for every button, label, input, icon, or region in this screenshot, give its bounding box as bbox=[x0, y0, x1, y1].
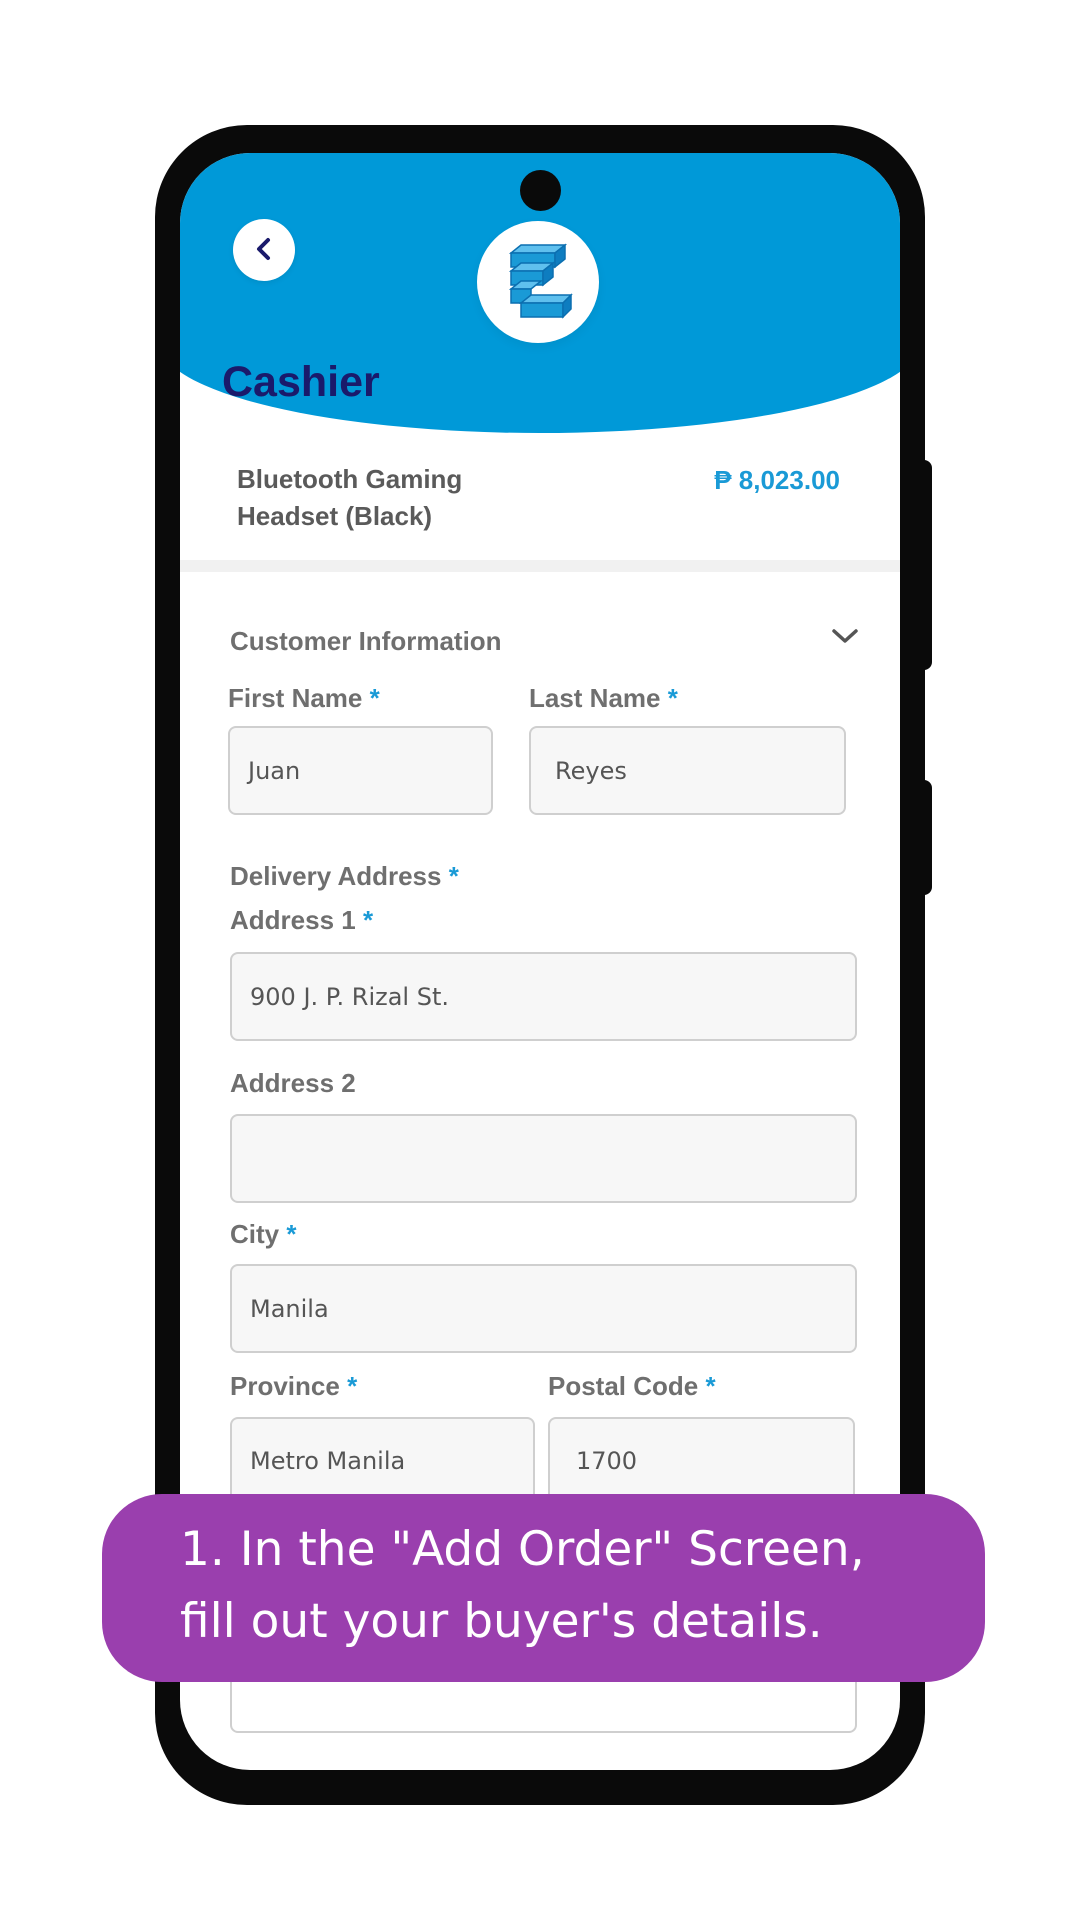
customer-info-header[interactable]: Customer Information bbox=[230, 626, 860, 666]
banner-line-1: 1. In the "Add Order" Screen, bbox=[180, 1522, 865, 1577]
last-name-field[interactable]: Reyes bbox=[529, 726, 846, 815]
address1-value: 900 J. P. Rizal St. bbox=[250, 982, 449, 1011]
city-label-text: City bbox=[230, 1219, 280, 1249]
address2-label-text: Address 2 bbox=[230, 1068, 356, 1098]
product-price: ₱ 8,023.00 bbox=[714, 465, 840, 495]
delivery-address-label: Delivery Address * bbox=[230, 861, 459, 892]
province-value: Metro Manila bbox=[250, 1447, 406, 1475]
province-label-text: Province bbox=[230, 1371, 340, 1401]
required-marker: * bbox=[347, 1371, 358, 1401]
first-name-field[interactable]: Juan bbox=[228, 726, 493, 815]
stacked-blocks-logo bbox=[508, 243, 573, 319]
city-label: City * bbox=[230, 1219, 296, 1250]
section-title: Customer Information bbox=[230, 626, 502, 656]
delivery-address-label-text: Delivery Address bbox=[230, 861, 442, 891]
tutorial-stage: Cashier Bluetooth Gaming Headset (Black)… bbox=[0, 0, 1080, 1920]
page-title: Cashier bbox=[222, 358, 380, 406]
postal-code-label: Postal Code * bbox=[548, 1371, 716, 1402]
banner-line-2: fill out your buyer's details. bbox=[180, 1594, 823, 1649]
first-name-label-text: First Name bbox=[228, 683, 363, 713]
last-name-label: Last Name * bbox=[529, 683, 678, 714]
postal-code-label-text: Postal Code bbox=[548, 1371, 699, 1401]
last-name-label-text: Last Name bbox=[529, 683, 661, 713]
city-field[interactable]: Manila bbox=[230, 1264, 857, 1353]
required-marker: * bbox=[667, 683, 678, 713]
province-label: Province * bbox=[230, 1371, 357, 1402]
address1-field[interactable]: 900 J. P. Rizal St. bbox=[230, 952, 857, 1041]
section-divider bbox=[180, 560, 900, 572]
first-name-label: First Name * bbox=[228, 683, 380, 714]
back-button[interactable] bbox=[233, 219, 295, 281]
address2-field[interactable] bbox=[230, 1114, 857, 1203]
required-marker: * bbox=[448, 861, 459, 891]
first-name-value: Juan bbox=[248, 756, 301, 785]
postal-code-value: 1700 bbox=[576, 1447, 638, 1475]
product-name: Bluetooth Gaming Headset (Black) bbox=[237, 464, 463, 531]
chevron-left-icon bbox=[253, 236, 275, 265]
city-value: Manila bbox=[250, 1294, 329, 1323]
chevron-down-icon[interactable] bbox=[830, 626, 860, 653]
front-camera bbox=[520, 170, 561, 211]
address1-label: Address 1 * bbox=[230, 905, 373, 936]
required-marker: * bbox=[705, 1371, 716, 1401]
address2-label: Address 2 bbox=[230, 1068, 356, 1099]
required-marker: * bbox=[362, 905, 374, 935]
app-logo bbox=[477, 221, 599, 343]
address1-label-text: Address 1 bbox=[230, 905, 356, 935]
last-name-value: Reyes bbox=[555, 756, 627, 785]
required-marker: * bbox=[369, 683, 380, 713]
required-marker: * bbox=[286, 1219, 297, 1249]
instruction-banner: 1. In the "Add Order" Screen, fill out y… bbox=[102, 1494, 985, 1682]
